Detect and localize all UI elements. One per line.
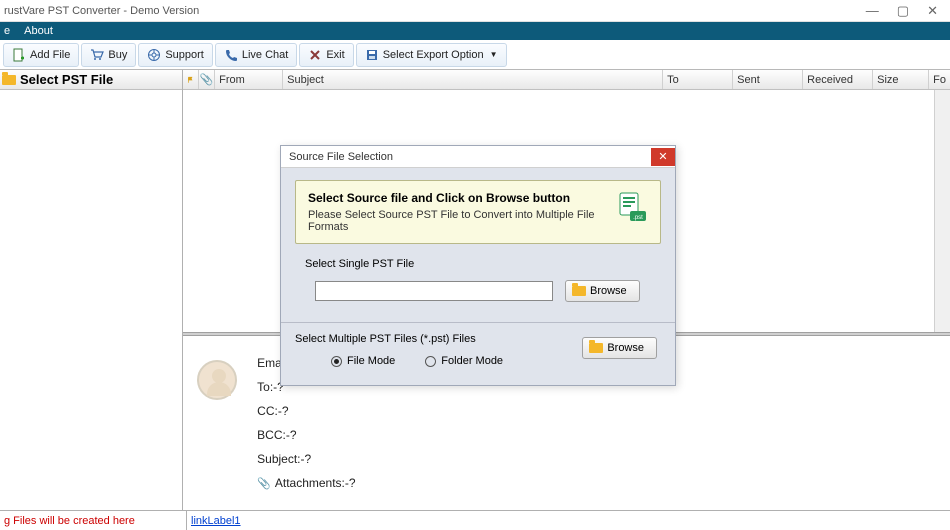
browse-single-label: Browse xyxy=(590,285,627,297)
file-mode-radio[interactable]: File Mode xyxy=(331,355,395,367)
detail-cc: CC:-? xyxy=(257,404,355,418)
divider xyxy=(281,322,675,323)
left-pane-header: Select PST File xyxy=(0,70,182,90)
avatar xyxy=(197,360,237,400)
col-folder[interactable]: Fo xyxy=(929,70,950,89)
dialog-body: Select Source file and Click on Browse b… xyxy=(281,168,675,385)
vertical-scrollbar[interactable] xyxy=(934,90,950,332)
attachment-icon: 📎 xyxy=(257,477,271,490)
minimize-button[interactable]: — xyxy=(866,3,879,19)
detail-subject: Subject:-? xyxy=(257,452,355,466)
single-file-label: Select Single PST File xyxy=(305,258,661,270)
cart-icon xyxy=(90,48,104,62)
col-subject[interactable]: Subject xyxy=(283,70,663,89)
support-label: Support xyxy=(165,49,204,61)
radio-icon xyxy=(425,356,436,367)
buy-button[interactable]: Buy xyxy=(81,43,136,67)
maximize-button[interactable]: ▢ xyxy=(897,3,909,19)
status-log: g Files will be created here xyxy=(0,515,186,527)
exit-button[interactable]: Exit xyxy=(299,43,353,67)
info-text: Select Source file and Click on Browse b… xyxy=(308,191,606,233)
live-chat-button[interactable]: Live Chat xyxy=(215,43,297,67)
exit-icon xyxy=(308,48,322,62)
col-received[interactable]: Received xyxy=(803,70,873,89)
col-from[interactable]: From xyxy=(215,70,283,89)
col-sent[interactable]: Sent xyxy=(733,70,803,89)
folder-mode-label: Folder Mode xyxy=(441,355,503,367)
live-chat-label: Live Chat xyxy=(242,49,288,61)
folder-icon xyxy=(589,343,603,353)
folder-icon xyxy=(572,286,586,296)
col-to[interactable]: To xyxy=(663,70,733,89)
export-label: Select Export Option xyxy=(383,49,484,61)
phone-icon xyxy=(224,48,238,62)
menu-file[interactable]: e xyxy=(4,25,10,37)
source-file-dialog: Source File Selection ✕ Select Source fi… xyxy=(280,145,676,386)
export-option-button[interactable]: Select Export Option ▼ xyxy=(356,43,507,67)
exit-label: Exit xyxy=(326,49,344,61)
titlebar: rustVare PST Converter - Demo Version — … xyxy=(0,0,950,22)
add-file-icon xyxy=(12,48,26,62)
grid-header: 📎 From Subject To Sent Received Size Fo xyxy=(183,70,950,90)
window-controls: — ▢ ✕ xyxy=(866,3,946,19)
folder-mode-radio[interactable]: Folder Mode xyxy=(425,355,503,367)
browse-single-button[interactable]: Browse xyxy=(565,280,640,302)
info-sub: Please Select Source PST File to Convert… xyxy=(308,209,606,233)
multi-file-label: Select Multiple PST Files (*.pst) Files xyxy=(295,333,503,345)
single-file-row: Browse xyxy=(315,280,661,302)
toolbar: Add File Buy Support Live Chat Exit Sele… xyxy=(0,40,950,70)
mode-radio-group: File Mode Folder Mode xyxy=(331,355,503,367)
svg-text:.pst: .pst xyxy=(633,215,643,221)
single-file-input[interactable] xyxy=(315,281,553,301)
add-file-label: Add File xyxy=(30,49,70,61)
pst-file-icon: .pst xyxy=(616,191,648,223)
detail-attachments-label: Attachments:-? xyxy=(275,476,356,490)
radio-icon xyxy=(331,356,342,367)
info-box: Select Source file and Click on Browse b… xyxy=(295,180,661,244)
col-flag-icon[interactable] xyxy=(183,70,199,89)
browse-multi-label: Browse xyxy=(607,342,644,354)
buy-label: Buy xyxy=(108,49,127,61)
detail-attachments: 📎 Attachments:-? xyxy=(257,476,355,490)
status-link[interactable]: linkLabel1 xyxy=(186,511,245,530)
dialog-title: Source File Selection xyxy=(289,151,393,163)
dialog-titlebar[interactable]: Source File Selection ✕ xyxy=(281,146,675,168)
left-pane-title: Select PST File xyxy=(20,72,113,87)
col-attachment-icon[interactable]: 📎 xyxy=(199,70,215,89)
window-title: rustVare PST Converter - Demo Version xyxy=(4,5,866,17)
add-file-button[interactable]: Add File xyxy=(3,43,79,67)
detail-bcc: BCC:-? xyxy=(257,428,355,442)
support-button[interactable]: Support xyxy=(138,43,213,67)
save-icon xyxy=(365,48,379,62)
close-window-button[interactable]: ✕ xyxy=(927,3,938,19)
folder-icon xyxy=(2,75,16,85)
file-mode-label: File Mode xyxy=(347,355,395,367)
chevron-down-icon: ▼ xyxy=(490,50,498,59)
statusbar: g Files will be created here linkLabel1 xyxy=(0,510,950,530)
dialog-close-button[interactable]: ✕ xyxy=(651,148,675,166)
left-pane: Select PST File xyxy=(0,70,183,510)
support-icon xyxy=(147,48,161,62)
browse-multi-button[interactable]: Browse xyxy=(582,337,657,359)
col-size[interactable]: Size xyxy=(873,70,929,89)
info-heading: Select Source file and Click on Browse b… xyxy=(308,191,606,205)
menu-about[interactable]: About xyxy=(24,25,53,37)
multi-file-row: Select Multiple PST Files (*.pst) Files … xyxy=(295,333,657,367)
menubar: e About xyxy=(0,22,950,40)
